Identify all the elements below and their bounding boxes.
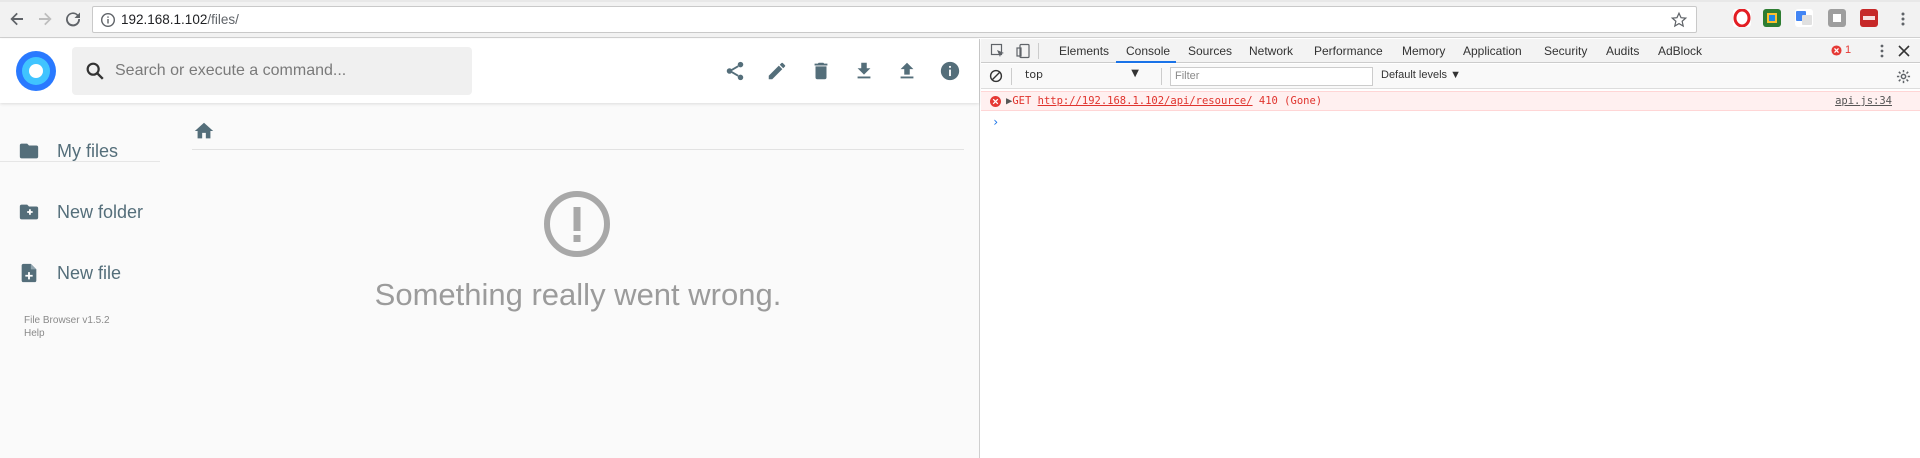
devtools-panel: Elements Console Sources Network Perform… bbox=[981, 39, 1920, 458]
home-icon[interactable] bbox=[193, 120, 215, 142]
sidebar-divider bbox=[0, 161, 160, 162]
browser-menu-button[interactable] bbox=[1892, 8, 1914, 30]
upload-icon bbox=[900, 62, 914, 79]
log-levels-label: Default levels bbox=[1381, 69, 1448, 81]
device-toolbar-icon[interactable] bbox=[1016, 43, 1032, 59]
console-settings-icon[interactable] bbox=[1896, 69, 1911, 84]
cors-extension-icon[interactable] bbox=[1860, 9, 1878, 27]
new-file-icon bbox=[16, 260, 42, 286]
kebab-menu-icon bbox=[1901, 12, 1905, 26]
delete-icon bbox=[814, 62, 828, 80]
devtools-tabbar: Elements Console Sources Network Perform… bbox=[981, 39, 1920, 63]
grey-extension-icon[interactable] bbox=[1828, 9, 1846, 27]
delete-button[interactable] bbox=[808, 58, 834, 84]
credits: File Browser v1.5.2 Help bbox=[24, 314, 110, 340]
url-text: 192.168.1.102/files/ bbox=[121, 12, 239, 27]
console-toolbar: top ▼ Filter Default levels ▼ bbox=[981, 64, 1920, 89]
bookmark-star-icon[interactable] bbox=[1670, 11, 1688, 29]
reload-icon bbox=[66, 12, 81, 27]
error-circle-icon bbox=[990, 96, 1001, 107]
tab-performance[interactable]: Performance bbox=[1314, 44, 1383, 58]
context-dropdown-icon: ▼ bbox=[1131, 68, 1139, 79]
clear-console-icon[interactable] bbox=[989, 69, 1003, 83]
active-tab-indicator bbox=[1116, 61, 1176, 63]
search-placeholder: Search or execute a command... bbox=[115, 62, 347, 79]
log-levels-dropdown[interactable]: Default levels ▼ bbox=[1381, 69, 1461, 81]
version-link[interactable]: File Browser v1.5.2 bbox=[24, 314, 110, 327]
edit-icon bbox=[768, 62, 786, 80]
tab-network[interactable]: Network bbox=[1249, 44, 1293, 58]
sidebar-item-my-files[interactable]: My files bbox=[16, 131, 118, 171]
filter-placeholder: Filter bbox=[1175, 70, 1200, 82]
error-icon bbox=[544, 191, 610, 257]
sidebar-item-label: New file bbox=[57, 262, 122, 283]
share-button[interactable] bbox=[722, 58, 748, 84]
tab-elements[interactable]: Elements bbox=[1059, 44, 1109, 58]
upload-button[interactable] bbox=[894, 58, 920, 84]
sidebar-item-label: My files bbox=[57, 140, 119, 161]
file-browser-app: Search or execute a command... My files … bbox=[0, 39, 980, 458]
request-method: GET bbox=[1012, 95, 1032, 107]
tab-application[interactable]: Application bbox=[1463, 44, 1522, 58]
tab-console[interactable]: Console bbox=[1126, 44, 1170, 58]
forward-button[interactable] bbox=[34, 8, 56, 30]
console-error-row: ▶GET http://192.168.1.102/api/resource/ … bbox=[981, 91, 1920, 111]
tab-strip-edge bbox=[0, 0, 1920, 2]
address-bar[interactable]: 192.168.1.102/files/ bbox=[92, 6, 1697, 33]
share-icon bbox=[726, 61, 744, 81]
error-count[interactable]: 1 bbox=[1845, 44, 1851, 56]
url-path: /files/ bbox=[207, 12, 239, 27]
search-input[interactable]: Search or execute a command... bbox=[72, 47, 472, 95]
rename-button[interactable] bbox=[764, 58, 790, 84]
download-button[interactable] bbox=[851, 58, 877, 84]
tabbar-separator bbox=[1038, 43, 1039, 59]
context-selector[interactable]: top ▼ bbox=[1021, 68, 1139, 85]
info-icon bbox=[940, 61, 960, 81]
browser-chrome: 192.168.1.102/files/ bbox=[0, 0, 1920, 38]
back-button[interactable] bbox=[6, 8, 28, 30]
toolbar-separator bbox=[1161, 68, 1162, 85]
back-arrow-icon bbox=[10, 12, 23, 26]
console-filter-input[interactable]: Filter bbox=[1170, 67, 1373, 86]
forward-arrow-icon bbox=[39, 12, 52, 26]
error-message: Something really went wrong. bbox=[374, 277, 782, 312]
reload-button[interactable] bbox=[62, 8, 84, 30]
app-header: Search or execute a command... bbox=[0, 39, 979, 103]
context-value: top bbox=[1025, 68, 1044, 81]
toolbar-separator bbox=[1011, 68, 1012, 85]
opera-extension-icon[interactable] bbox=[1733, 8, 1751, 28]
tab-audits[interactable]: Audits bbox=[1606, 44, 1639, 58]
console-prompt[interactable]: › bbox=[992, 115, 999, 129]
devtools-menu-icon[interactable] bbox=[1874, 43, 1890, 59]
error-count-icon[interactable] bbox=[1831, 45, 1842, 56]
sidebar-item-new-folder[interactable]: New folder bbox=[16, 192, 143, 232]
tab-sources[interactable]: Sources bbox=[1188, 44, 1232, 58]
tab-security[interactable]: Security bbox=[1544, 44, 1587, 58]
source-link[interactable]: api.js:34 bbox=[1835, 95, 1892, 107]
sidebar-item-new-file[interactable]: New file bbox=[16, 253, 121, 293]
help-link[interactable]: Help bbox=[24, 327, 110, 340]
translate-extension-icon[interactable] bbox=[1795, 9, 1813, 27]
levels-dropdown-icon: ▼ bbox=[1450, 69, 1461, 81]
tab-adblock[interactable]: AdBlock bbox=[1658, 44, 1702, 58]
info-button[interactable] bbox=[937, 58, 963, 84]
green-extension-icon[interactable] bbox=[1763, 9, 1781, 27]
tab-memory[interactable]: Memory bbox=[1402, 44, 1445, 58]
request-url-link[interactable]: http://192.168.1.102/api/resource/ bbox=[1038, 95, 1253, 107]
site-info-icon[interactable] bbox=[100, 12, 116, 28]
download-icon bbox=[857, 62, 871, 79]
console-error-message: ▶GET http://192.168.1.102/api/resource/ … bbox=[1006, 95, 1322, 107]
logo-dot bbox=[29, 64, 43, 78]
new-folder-icon bbox=[16, 199, 42, 225]
close-devtools-icon[interactable] bbox=[1896, 43, 1912, 59]
sidebar-item-label: New folder bbox=[57, 201, 144, 222]
app-logo[interactable] bbox=[16, 51, 56, 91]
search-icon bbox=[86, 62, 104, 80]
breadcrumb bbox=[192, 114, 964, 150]
response-status: 410 (Gone) bbox=[1258, 95, 1323, 107]
inspect-element-icon[interactable] bbox=[990, 43, 1006, 59]
url-host: 192.168.1.102 bbox=[121, 12, 208, 27]
